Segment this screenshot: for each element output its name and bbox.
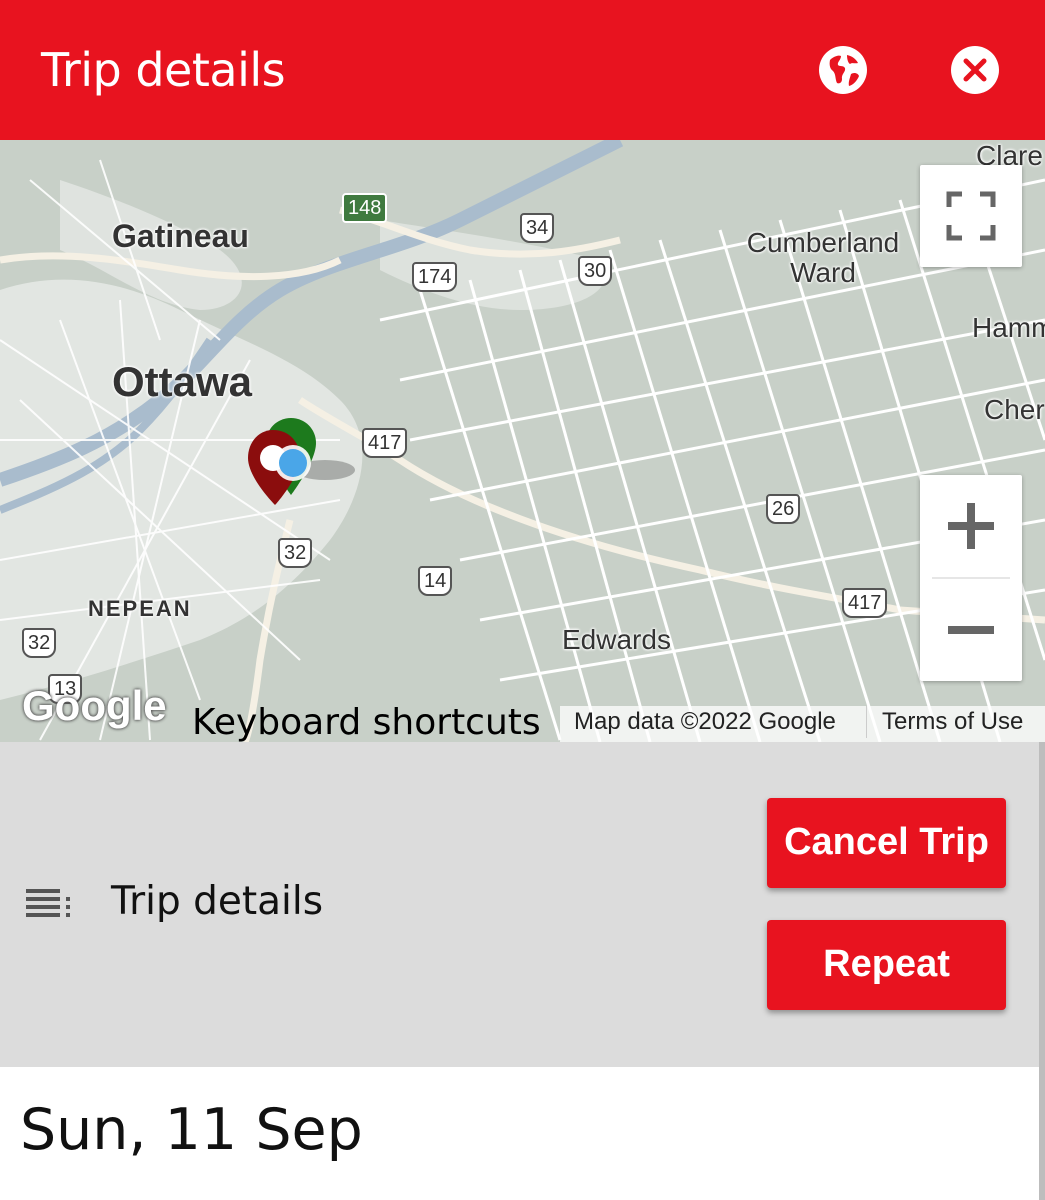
page-title: Trip details	[41, 43, 286, 97]
road-shield: 417	[842, 588, 888, 618]
minus-icon	[948, 626, 994, 634]
road-shield: 174	[412, 262, 458, 292]
trip-date: Sun, 11 Sep	[20, 1097, 363, 1163]
globe-button[interactable]	[817, 44, 869, 96]
zoom-control	[920, 475, 1022, 681]
scrollbar[interactable]	[1039, 1067, 1045, 1200]
keyboard-shortcuts-link[interactable]: Keyboard shortcuts	[192, 702, 541, 742]
terms-link[interactable]: Terms of Use	[882, 708, 1023, 736]
road-shield: 34	[520, 213, 555, 243]
road-shield: 26	[766, 494, 801, 524]
place-label: Ottawa	[112, 358, 253, 405]
place-label: Hamm	[972, 312, 1045, 343]
app-header: Trip details	[0, 0, 1045, 140]
plus-icon	[948, 503, 994, 549]
road-shield: 32	[22, 628, 57, 658]
place-label: Gatineau	[112, 218, 249, 254]
road-shield: 32	[278, 538, 313, 568]
globe-icon	[819, 46, 867, 94]
place-label: Cumberland Ward	[746, 227, 900, 288]
footer-divider	[866, 706, 867, 738]
place-label: Cher	[984, 394, 1045, 425]
close-icon	[951, 46, 999, 94]
road-shield: 14	[418, 566, 453, 596]
cancel-trip-button[interactable]: Cancel Trip	[767, 798, 1006, 888]
google-logo: Google	[22, 682, 167, 729]
fullscreen-icon	[946, 191, 996, 241]
place-label: NEPEAN	[88, 596, 192, 621]
trip-date-section: Sun, 11 Sep	[0, 1067, 1045, 1200]
trip-details-title: Trip details	[111, 879, 324, 924]
map-view[interactable]: Gatineau Ottawa Cumberland Ward NEPEAN E…	[0, 140, 1045, 742]
place-label: Edwards	[562, 624, 671, 655]
close-button[interactable]	[949, 44, 1001, 96]
trip-details-panel: Trip details Cancel Trip Repeat	[0, 742, 1045, 1067]
scrollbar[interactable]	[1039, 742, 1045, 1067]
zoom-out-button[interactable]	[920, 579, 1022, 681]
road-shield: 148	[342, 193, 388, 223]
zoom-in-button[interactable]	[920, 475, 1022, 577]
map-data-attribution: Map data ©2022 Google	[574, 708, 836, 735]
fullscreen-button[interactable]	[920, 165, 1022, 267]
road-shield: 417	[362, 428, 408, 458]
repeat-button[interactable]: Repeat	[767, 920, 1006, 1010]
road-shield: 30	[578, 256, 613, 286]
list-icon	[26, 888, 76, 918]
